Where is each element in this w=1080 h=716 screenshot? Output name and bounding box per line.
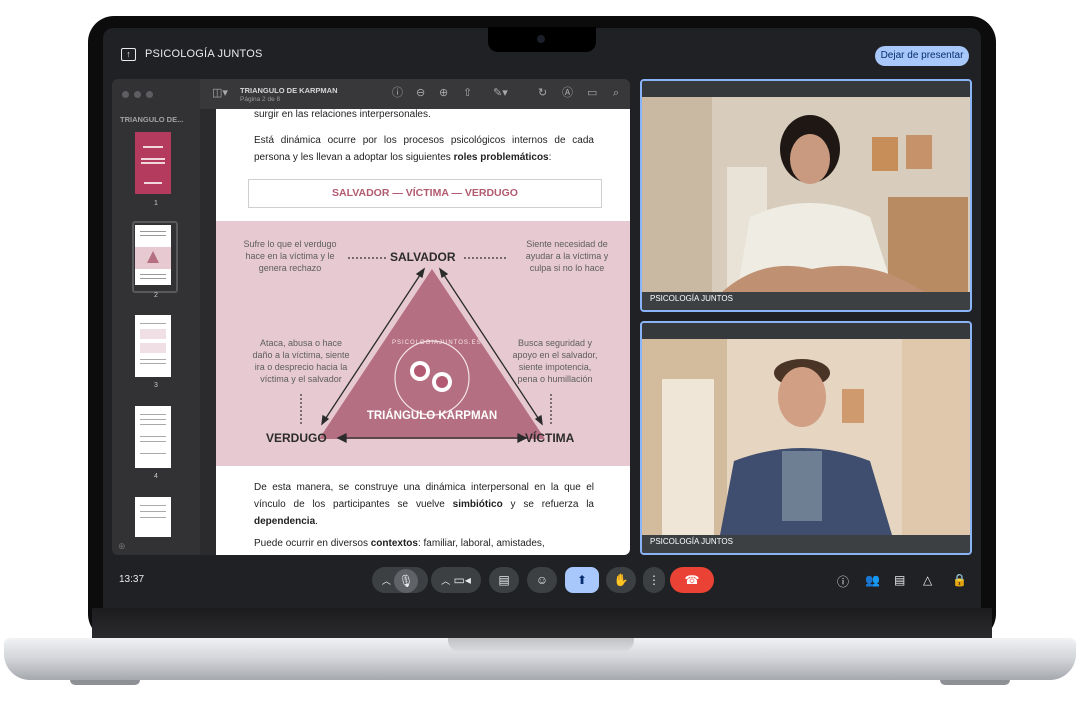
meeting-clock: 13:37: [119, 574, 145, 585]
participant-tile-1[interactable]: PSICOLOGÍA JUNTOS: [640, 79, 972, 312]
activities-icon[interactable]: △: [923, 573, 932, 587]
rotate-icon[interactable]: ↻: [538, 87, 547, 99]
thumbnail-number: 2: [154, 292, 158, 299]
window-close-dot[interactable]: [122, 91, 129, 98]
search-icon[interactable]: ⌕: [613, 87, 619, 99]
participant-tile-2[interactable]: PSICOLOGÍA JUNTOS: [640, 321, 972, 555]
thumbnail-page-1[interactable]: [135, 132, 171, 194]
thumbnail-sidebar: TRIANGULO DE... 1 2 3 4 ⊕: [112, 79, 200, 555]
present-icon: ↑: [121, 48, 136, 61]
window-minimize-dot[interactable]: [134, 91, 141, 98]
roles-box: SALVADOR — VÍCTIMA — VERDUGO: [248, 179, 602, 208]
label-top-right: Siente necesidad de ayudar a la víctima y…: [525, 239, 609, 273]
window-zoom-dot[interactable]: [146, 91, 153, 98]
webcam: [537, 35, 545, 43]
camera-options-chevron-icon[interactable]: ︿: [441, 576, 450, 586]
role-salvador: SALVADOR: [390, 250, 456, 264]
markup-pen-icon[interactable]: ✎▾: [493, 87, 508, 99]
laptop-foot-right: [940, 680, 1010, 685]
mic-control[interactable]: ︿ 🎙: [372, 567, 428, 593]
paragraph-roles: Está dinámica ocurre por los procesos ps…: [254, 135, 594, 163]
paragraph-dependencia: De esta manera, se construye una dinámic…: [254, 482, 594, 527]
zoom-in-icon[interactable]: ⊕: [439, 87, 448, 99]
sidebar-document-title: TRIANGULO DE...: [120, 115, 184, 124]
participant-name-2: PSICOLOGÍA JUNTOS: [650, 537, 733, 546]
thumbnail-number: 3: [154, 382, 158, 389]
info-icon[interactable]: ⓘ: [837, 573, 849, 590]
laptop-opening-lip: [448, 638, 634, 652]
role-victima: VÍCTIMA: [525, 431, 575, 445]
add-page-icon[interactable]: ⊕: [118, 541, 126, 552]
thumbnail-page-4[interactable]: [135, 406, 171, 468]
info-icon[interactable]: ⓘ: [392, 87, 403, 99]
laptop-hinge: [92, 608, 992, 638]
more-options-icon[interactable]: ⋮: [643, 567, 665, 593]
camera-icon[interactable]: ▭◂: [453, 573, 470, 587]
thumbnail-page-5[interactable]: [135, 497, 171, 537]
pdf-page: surgir en las relaciones interpersonales…: [216, 109, 630, 555]
participant-name-1: PSICOLOGÍA JUNTOS: [650, 294, 733, 303]
sidebar-toggle-icon[interactable]: ◫▾: [212, 87, 228, 99]
laptop-foot-left: [70, 680, 140, 685]
pdf-viewer-window: TRIANGULO DE... 1 2 3 4 ⊕ ◫▾ TRIANGULO D…: [112, 79, 630, 555]
mic-icon[interactable]: 🎙: [394, 568, 419, 593]
participant-video-1: [642, 97, 970, 292]
intro-line: surgir en las relaciones interpersonales…: [254, 109, 431, 120]
share-icon[interactable]: ⇧: [463, 87, 472, 99]
camera-control[interactable]: ︿ ▭◂: [431, 567, 481, 593]
label-mid-left: Ataca, abusa o hace daño a la víctima, si…: [252, 338, 350, 384]
brand-arc-text: PSICOLOGIAJUNTOS.ES: [392, 340, 482, 346]
thumbnail-triangle-icon: [147, 251, 159, 263]
label-mid-right: Busca seguridad y apoyo en el salvador, si…: [512, 338, 598, 384]
thumbnail-page-3[interactable]: [135, 315, 171, 377]
host-controls-icon[interactable]: 🔒: [952, 573, 967, 587]
thumbnail-page-2[interactable]: [135, 225, 171, 285]
thumbnail-number: 1: [154, 200, 158, 207]
laptop-screen: ↑ PSICOLOGÍA JUNTOS Dejar de presentar T…: [103, 28, 981, 608]
chat-icon[interactable]: ▤: [894, 573, 905, 587]
document-title: TRIANGULO DE KARPMAN: [240, 86, 338, 95]
page-indicator: Página 2 de 8: [240, 96, 281, 103]
mic-options-chevron-icon[interactable]: ︿: [382, 576, 391, 586]
label-top-left: Sufre lo que el verdugo hace en la víctim…: [243, 239, 337, 273]
annotate-icon[interactable]: Ⓐ: [562, 87, 573, 99]
stop-presenting-button[interactable]: Dejar de presentar: [875, 46, 969, 66]
paragraph-contextos: Puede ocurrir en diversos contextos: fam…: [254, 538, 545, 549]
viewer-toolbar: ◫▾ TRIANGULO DE KARPMAN Página 2 de 8 ⓘ …: [200, 79, 630, 109]
participant-video-2: [642, 339, 970, 535]
captions-icon[interactable]: ▤: [489, 567, 519, 593]
zoom-out-icon[interactable]: ⊖: [416, 87, 425, 99]
emoji-icon[interactable]: ☺: [527, 567, 557, 593]
end-call-icon[interactable]: ☎: [670, 567, 714, 593]
present-screen-icon[interactable]: ⬆: [565, 567, 599, 593]
role-verdugo: VERDUGO: [266, 431, 327, 445]
form-fill-icon[interactable]: ▭: [587, 87, 597, 99]
triangle-center-title: TRIÁNGULO KARPMAN: [366, 410, 498, 422]
raise-hand-icon[interactable]: ✋: [606, 567, 636, 593]
people-icon[interactable]: 👥: [865, 573, 880, 587]
meeting-title: PSICOLOGÍA JUNTOS: [145, 48, 263, 60]
karpman-diagram-band: PSICOLOGIAJUNTOS.ES TRIÁNGULO KARPMAN SA…: [216, 221, 630, 466]
thumbnail-number: 4: [154, 473, 158, 480]
